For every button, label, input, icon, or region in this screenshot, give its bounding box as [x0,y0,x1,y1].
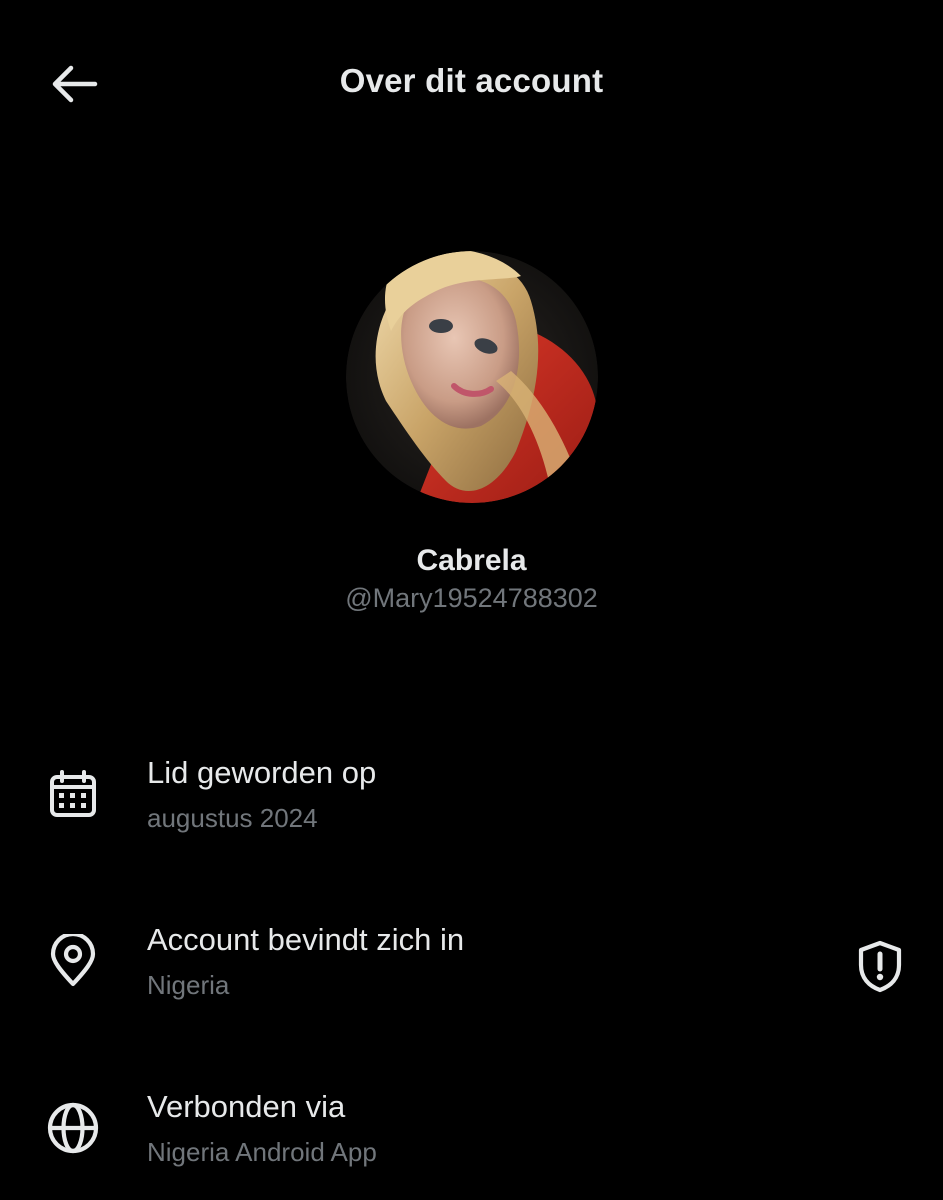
avatar[interactable] [346,251,598,503]
joined-label: Lid geworden op [147,755,377,790]
profile-photo [346,251,598,503]
location-pin-icon [44,932,102,990]
username-handle: @Mary19524788302 [345,583,598,613]
joined-value: augustus 2024 [147,803,318,833]
account-location-row: Account bevindt zich in Nigeria [0,922,943,1032]
display-name: Cabrela [416,544,527,577]
page-title: Over dit account [339,62,604,99]
location-info-button[interactable] [850,936,910,996]
globe-icon [44,1099,102,1157]
location-label: Account bevindt zich in [147,922,465,957]
calendar-icon [44,765,102,823]
location-value: Nigeria [147,970,230,1000]
connected-via-value: Nigeria Android App [147,1137,377,1167]
shield-alert-icon [858,940,902,993]
connected-via-row: Verbonden via Nigeria Android App [0,1089,943,1199]
top-bar: Over dit account [0,0,943,166]
joined-date-row: Lid geworden op augustus 2024 [0,755,943,865]
connected-via-label: Verbonden via [147,1089,346,1124]
